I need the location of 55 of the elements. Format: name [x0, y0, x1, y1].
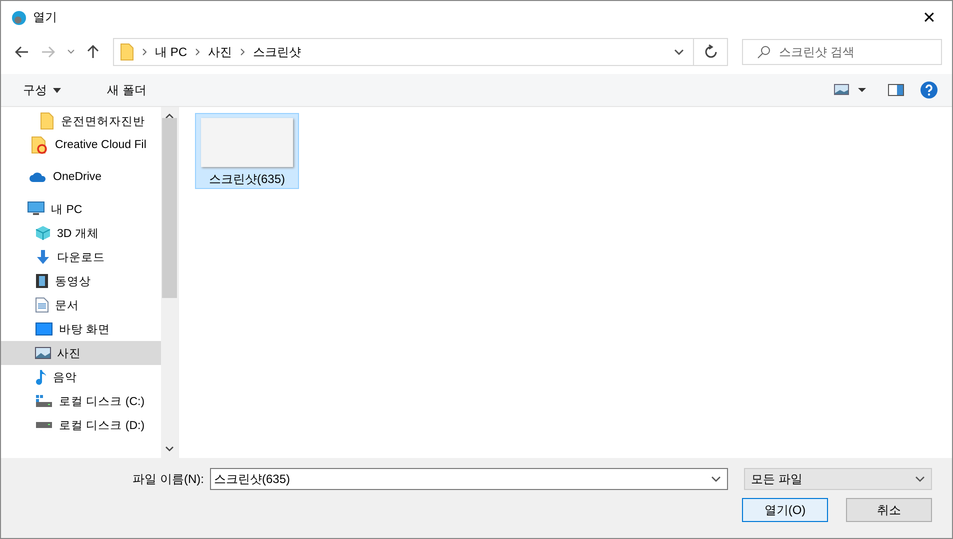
document-icon — [35, 297, 49, 313]
folder-icon — [120, 43, 134, 61]
chevron-down-icon[interactable] — [711, 476, 721, 482]
file-type-dropdown[interactable]: 모든 파일 — [744, 468, 932, 490]
sidebar-item[interactable]: 동영상 — [1, 269, 161, 293]
monitor-icon — [27, 201, 45, 217]
sidebar-item[interactable]: 3D 개체 — [1, 221, 161, 245]
cube-icon — [35, 225, 51, 241]
sidebar-item[interactable]: 문서 — [1, 293, 161, 317]
sidebar-item[interactable]: 내 PC — [1, 197, 161, 221]
chevron-right-icon — [195, 48, 200, 56]
caret-icon — [53, 88, 61, 92]
sidebar-item[interactable]: 로컬 디스크 (D:) — [1, 413, 161, 437]
help-icon[interactable] — [920, 81, 938, 99]
preview-pane-icon[interactable] — [888, 84, 904, 96]
drive-icon — [35, 420, 53, 430]
cancel-button[interactable]: 취소 — [846, 498, 932, 522]
sidebar-item[interactable]: OneDrive — [1, 165, 161, 189]
monitor-icon — [35, 322, 53, 336]
sidebar-item[interactable]: 바탕 화면 — [1, 317, 161, 341]
scroll-down-icon[interactable] — [165, 446, 174, 452]
search-input[interactable]: 스크린샷 검색 — [779, 40, 941, 64]
browser-icon — [11, 10, 27, 26]
cloud-icon — [29, 171, 47, 183]
organize-button[interactable]: 구성 — [15, 80, 69, 100]
chevron-down-icon — [915, 476, 925, 482]
sidebar-item[interactable]: 로컬 디스크 (C:) — [1, 389, 161, 413]
filename-label: 파일 이름(N): — [132, 470, 204, 488]
sidebar-item[interactable]: 운전면허자진반 — [1, 109, 161, 133]
sidebar-item[interactable]: 다운로드 — [1, 245, 161, 269]
folder-icon — [39, 112, 55, 130]
sidebar-item[interactable]: Creative Cloud Fil — [1, 133, 161, 157]
folder-icon — [31, 136, 49, 154]
chevron-right-icon — [142, 48, 147, 56]
close-button[interactable]: ✕ — [906, 1, 952, 34]
window-title: 열기 — [33, 9, 57, 26]
file-item[interactable]: 스크린샷(635) — [195, 113, 299, 189]
breadcrumb-item[interactable]: 내 PC — [155, 44, 188, 60]
film-icon — [35, 273, 49, 289]
new-folder-button[interactable]: 새 폴더 — [99, 80, 154, 100]
down-arrow-icon — [35, 249, 51, 265]
open-button[interactable]: 열기(O) — [742, 498, 828, 522]
search-field[interactable]: 스크린샷 검색 — [742, 39, 942, 65]
breadcrumb-item[interactable]: 사진 — [208, 44, 232, 60]
sidebar-item[interactable]: 사진 — [1, 341, 161, 365]
drive-icon — [35, 394, 53, 408]
landscape-icon — [35, 347, 51, 359]
search-icon — [757, 45, 771, 59]
sidebar-item[interactable]: 음악 — [1, 365, 161, 389]
scrollbar-thumb[interactable] — [162, 118, 177, 298]
breadcrumb-item[interactable]: 스크린샷 — [253, 44, 302, 60]
music-note-icon — [35, 369, 47, 385]
address-bar[interactable]: 내 PC 사진 스크린샷 — [113, 38, 728, 66]
chevron-right-icon — [240, 48, 246, 56]
scroll-up-icon[interactable] — [165, 113, 174, 119]
